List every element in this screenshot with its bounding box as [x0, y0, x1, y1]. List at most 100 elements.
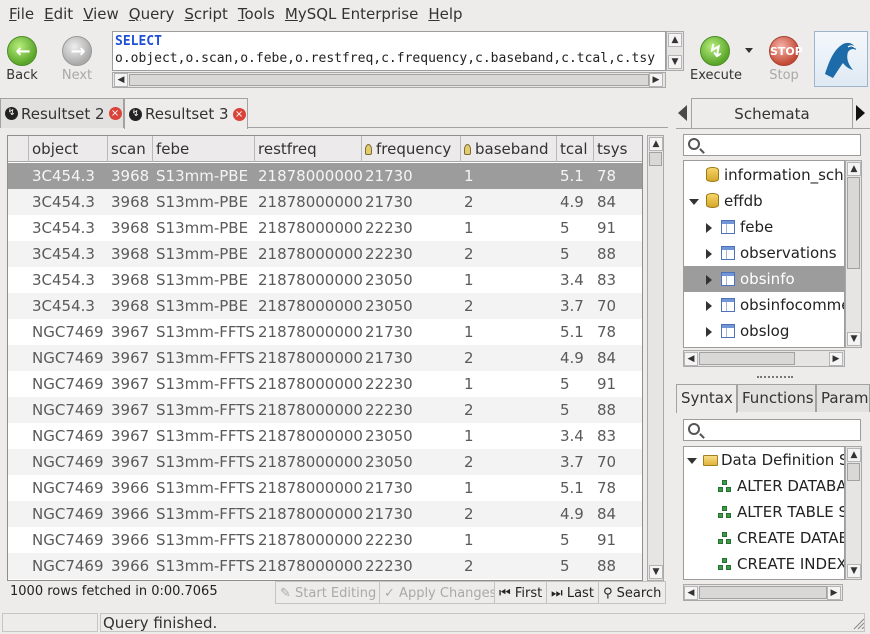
table-cell[interactable]: 21878000000: [255, 371, 362, 397]
table-row[interactable]: 3C454.3 3968 S13mm-PBE 21878000000 21730 1 5.1…: [8, 163, 642, 189]
table-cell[interactable]: 21878000000: [255, 319, 362, 345]
table-cell[interactable]: 21878000000: [255, 241, 362, 267]
table-cell[interactable]: 1: [461, 267, 557, 293]
sql-editor[interactable]: SELECT o.object,o.scan,o.febe,o.restfreq…: [112, 31, 666, 71]
sql-horizontal-scrollbar[interactable]: ◀ ▶: [112, 72, 666, 88]
table-cell[interactable]: 1: [461, 215, 557, 241]
table-cell[interactable]: NGC7469: [29, 397, 108, 423]
table-cell[interactable]: 88: [594, 553, 642, 579]
table-cell[interactable]: 21878000000: [255, 345, 362, 371]
column-header-frequency[interactable]: frequency: [362, 136, 461, 162]
table-cell[interactable]: 84: [594, 345, 642, 371]
table-row[interactable]: 3C454.3 3968 S13mm-PBE 21878000000 23050 2 3.7…: [8, 293, 642, 319]
start-editing-button[interactable]: ✎ Start Editing: [275, 581, 382, 604]
tree-item-obsinfo[interactable]: obsinfo: [684, 266, 844, 292]
table-cell[interactable]: 21878000000: [255, 423, 362, 449]
table-cell[interactable]: 3967: [108, 345, 153, 371]
table-cell[interactable]: 21878000000: [255, 553, 362, 579]
menu-script[interactable]: Script: [179, 0, 233, 28]
table-cell[interactable]: S13mm-FFTS: [153, 423, 255, 449]
table-cell[interactable]: 22230: [362, 553, 461, 579]
table-cell[interactable]: 2: [461, 345, 557, 371]
table-cell[interactable]: S13mm-FFTS: [153, 449, 255, 475]
table-cell[interactable]: 4.9: [557, 501, 594, 527]
column-header[interactable]: restfreq: [255, 136, 362, 162]
table-cell[interactable]: 84: [594, 189, 642, 215]
next-button[interactable]: → Next: [55, 36, 99, 83]
tree-item-syntax[interactable]: ALTER DATABA: [684, 473, 844, 499]
table-cell[interactable]: 5: [557, 371, 594, 397]
table-cell[interactable]: 2: [461, 449, 557, 475]
table-row[interactable]: NGC7469 3967 S13mm-FFTS 21878000000 22230 2 5 8…: [8, 397, 642, 423]
menu-tools[interactable]: Tools: [233, 0, 280, 28]
table-cell[interactable]: 3967: [108, 319, 153, 345]
table-cell[interactable]: 1: [461, 527, 557, 553]
table-cell[interactable]: 21878000000: [255, 449, 362, 475]
tree-item-information-schema[interactable]: information_sche: [684, 162, 844, 188]
schema-tree-vertical-scrollbar[interactable]: ▲ ▼: [845, 160, 862, 348]
menu-query[interactable]: Query: [124, 0, 180, 28]
collapsed-icon[interactable]: [706, 301, 712, 311]
menu-mysql-enterprise[interactable]: MySQL Enterprise: [280, 0, 423, 28]
table-cell[interactable]: 21730: [362, 319, 461, 345]
table-row[interactable]: NGC7469 3967 S13mm-FFTS 21878000000 21730 1 5.…: [8, 319, 642, 345]
table-cell[interactable]: 21878000000: [255, 293, 362, 319]
table-cell[interactable]: 3967: [108, 423, 153, 449]
collapsed-icon[interactable]: [706, 223, 712, 233]
table-cell[interactable]: S13mm-PBE: [153, 293, 255, 319]
table-cell[interactable]: 3968: [108, 189, 153, 215]
tab-scroll-left-icon[interactable]: [678, 105, 687, 121]
table-cell[interactable]: 2: [461, 501, 557, 527]
table-cell[interactable]: 4.9: [557, 345, 594, 371]
table-row[interactable]: NGC7469 3966 S13mm-FFTS 21878000000 22230 1 5 9…: [8, 527, 642, 553]
table-row[interactable]: 3C454.3 3968 S13mm-PBE 21878000000 23050 1 3.4…: [8, 267, 642, 293]
expanded-icon[interactable]: [689, 199, 699, 205]
table-cell[interactable]: 23050: [362, 449, 461, 475]
table-cell[interactable]: 3967: [108, 371, 153, 397]
table-cell[interactable]: 3966: [108, 501, 153, 527]
table-cell[interactable]: S13mm-FFTS: [153, 475, 255, 501]
menu-file[interactable]: File: [4, 0, 39, 28]
table-cell[interactable]: S13mm-FFTS: [153, 319, 255, 345]
table-cell[interactable]: 3968: [108, 241, 153, 267]
table-cell[interactable]: 3.7: [557, 293, 594, 319]
scroll-up-icon[interactable]: ▲: [649, 137, 663, 151]
table-row[interactable]: 3C454.3 3968 S13mm-PBE 21878000000 22230 2 5 88: [8, 241, 642, 267]
table-cell[interactable]: S13mm-PBE: [153, 189, 255, 215]
table-cell[interactable]: 3968: [108, 267, 153, 293]
tree-item-data-definition[interactable]: Data Definition S: [684, 447, 844, 473]
table-cell[interactable]: 2: [461, 397, 557, 423]
tab-resultset-2[interactable]: ↯ Resultset 2 ×: [0, 98, 124, 128]
collapsed-icon[interactable]: [706, 249, 712, 259]
table-row[interactable]: NGC7469 3967 S13mm-FFTS 21878000000 22230 1 5 9…: [8, 371, 642, 397]
table-cell[interactable]: 2: [461, 241, 557, 267]
table-cell[interactable]: 84: [594, 501, 642, 527]
column-header[interactable]: tcal: [557, 136, 594, 162]
table-cell[interactable]: 88: [594, 241, 642, 267]
menu-help[interactable]: Help: [423, 0, 467, 28]
table-cell[interactable]: 23050: [362, 293, 461, 319]
column-header[interactable]: object: [29, 136, 108, 162]
table-cell[interactable]: 3C454.3: [29, 215, 108, 241]
tree-item-observations[interactable]: observations: [684, 240, 844, 266]
table-cell[interactable]: 1: [461, 423, 557, 449]
stop-button[interactable]: STOP Stop: [762, 36, 806, 83]
schema-search-input[interactable]: [683, 134, 861, 156]
search-button[interactable]: ⚲ Search: [598, 581, 667, 604]
table-cell[interactable]: S13mm-PBE: [153, 163, 255, 189]
table-cell[interactable]: 3.4: [557, 267, 594, 293]
table-cell[interactable]: 3967: [108, 449, 153, 475]
table-cell[interactable]: 5.1: [557, 319, 594, 345]
table-cell[interactable]: 78: [594, 475, 642, 501]
column-header[interactable]: scan: [108, 136, 153, 162]
table-cell[interactable]: 3C454.3: [29, 189, 108, 215]
scroll-thumb[interactable]: [847, 177, 860, 269]
table-cell[interactable]: 22230: [362, 215, 461, 241]
table-cell[interactable]: NGC7469: [29, 553, 108, 579]
table-cell[interactable]: 88: [594, 397, 642, 423]
table-cell[interactable]: 78: [594, 319, 642, 345]
table-cell[interactable]: NGC7469: [29, 319, 108, 345]
table-cell[interactable]: S13mm-PBE: [153, 215, 255, 241]
table-cell[interactable]: 1: [461, 319, 557, 345]
menu-view[interactable]: View: [78, 0, 124, 28]
